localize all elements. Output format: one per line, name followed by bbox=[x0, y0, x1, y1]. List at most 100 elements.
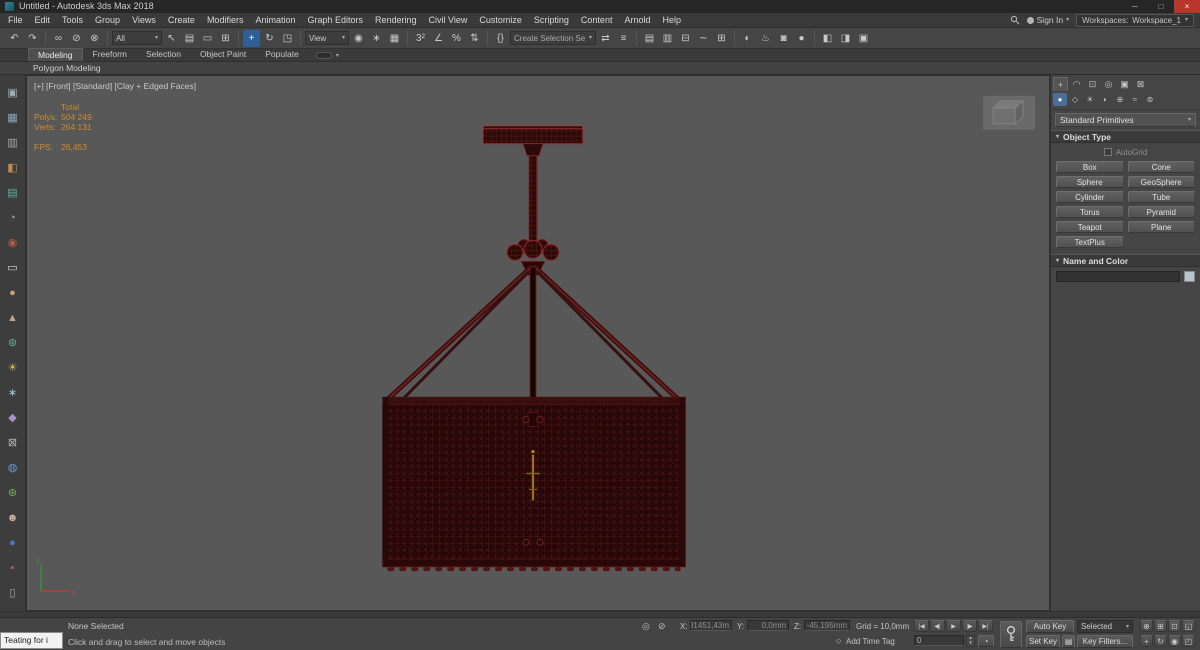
sun-icon[interactable]: ☀ bbox=[2, 355, 24, 380]
leaf-icon[interactable]: ⊛ bbox=[2, 480, 24, 505]
frame-spinner[interactable]: ▴ ▾ bbox=[966, 635, 975, 647]
cameras-category[interactable]: ◗ bbox=[1098, 93, 1112, 106]
previous-frame-icon[interactable]: ◀| bbox=[930, 620, 945, 632]
unlink-selection-icon[interactable]: ⊘ bbox=[68, 30, 85, 47]
ribbon-toggle-icon[interactable]: ⊟ bbox=[677, 30, 694, 47]
object-name-field[interactable] bbox=[1056, 271, 1180, 282]
primitive-button[interactable]: Torus bbox=[1056, 206, 1124, 218]
selection-filter-dropdown[interactable]: All ▾ bbox=[112, 31, 162, 45]
named-selection-icon[interactable]: {} bbox=[492, 30, 509, 47]
menu-item[interactable]: Civil View bbox=[423, 13, 474, 27]
spinner-snap-icon[interactable]: ⇅ bbox=[466, 30, 483, 47]
viewport-label[interactable]: [+] [Front] [Standard] [Clay + Edged Fac… bbox=[34, 81, 196, 91]
select-and-rotate-icon[interactable]: ↻ bbox=[261, 30, 278, 47]
workspaces-dropdown[interactable]: Workspaces: Workspace_1 ▾ bbox=[1076, 13, 1194, 27]
percent-snap-icon[interactable]: % bbox=[448, 30, 465, 47]
primitive-button[interactable]: Cone bbox=[1127, 161, 1195, 173]
z-coordinate-field[interactable]: -45,195mm bbox=[804, 620, 850, 631]
snowflake-icon[interactable]: ∗ bbox=[2, 380, 24, 405]
primitive-button[interactable]: Tube bbox=[1127, 191, 1195, 203]
display-tab[interactable]: ▣ bbox=[1117, 77, 1132, 91]
viewport-canvas[interactable]: x y bbox=[27, 76, 1049, 610]
app-logo-icon[interactable] bbox=[5, 2, 14, 11]
primitive-button[interactable]: Sphere bbox=[1056, 176, 1124, 188]
keyboard-override-icon[interactable]: ▦ bbox=[386, 30, 403, 47]
image-icon[interactable]: ▥ bbox=[2, 130, 24, 155]
zoom-region-icon[interactable]: ◱ bbox=[1182, 620, 1195, 632]
scene-explorer-icon[interactable]: ▣ bbox=[2, 80, 24, 105]
ribbon-tab[interactable]: Selection bbox=[137, 48, 190, 61]
viewcube[interactable] bbox=[983, 95, 1036, 130]
auto-key-button[interactable]: Auto Key bbox=[1026, 620, 1074, 633]
create-tab[interactable]: + bbox=[1053, 77, 1068, 91]
render-production-icon[interactable]: ● bbox=[793, 30, 810, 47]
key-filter-dropdown[interactable]: Selected ▾ bbox=[1077, 620, 1133, 633]
select-and-move-icon[interactable]: + bbox=[243, 29, 260, 47]
tools-icon[interactable]: ⊠ bbox=[2, 430, 24, 455]
schematic-view-icon[interactable]: ⊞ bbox=[713, 30, 730, 47]
menu-item[interactable]: Group bbox=[89, 13, 126, 27]
pan-icon[interactable]: + bbox=[1140, 635, 1153, 647]
reference-coordinate-dropdown[interactable]: View ▾ bbox=[305, 31, 349, 45]
undo-icon[interactable]: ↶ bbox=[6, 30, 23, 47]
menu-item[interactable]: Edit bbox=[29, 13, 57, 27]
rendered-frame-icon[interactable]: ◙ bbox=[775, 30, 792, 47]
lock-selection-icon[interactable]: ⊘ bbox=[658, 621, 666, 632]
menu-item[interactable]: Graph Editors bbox=[301, 13, 369, 27]
cone-tool-icon[interactable]: ▲ bbox=[2, 305, 24, 330]
keyboard-shortcut-icon[interactable]: ▤ bbox=[1062, 635, 1075, 648]
use-pivot-center-icon[interactable]: ◉ bbox=[350, 30, 367, 47]
zoom-all-icon[interactable]: ⊞ bbox=[1154, 620, 1167, 632]
primitives-dropdown[interactable]: Standard Primitives ▾ bbox=[1055, 113, 1196, 127]
primitive-button[interactable]: Teapot bbox=[1056, 221, 1124, 233]
y-coordinate-field[interactable]: 0,0mm bbox=[747, 620, 789, 631]
primitive-button[interactable]: GeoSphere bbox=[1127, 176, 1195, 188]
layer-explorer-icon[interactable]: ▥ bbox=[659, 30, 676, 47]
mirror-icon[interactable]: ⇄ bbox=[597, 30, 614, 47]
ribbon-tab[interactable]: Modeling bbox=[28, 48, 83, 61]
x-coordinate-field[interactable]: 91451,43m bbox=[690, 620, 732, 631]
modify-tab[interactable]: ◠ bbox=[1069, 77, 1084, 91]
render-setup-icon[interactable]: ♨ bbox=[757, 30, 774, 47]
chandelier-model[interactable] bbox=[382, 125, 686, 572]
bind-to-space-warp-icon[interactable]: ⊗ bbox=[86, 30, 103, 47]
curve-editor-icon[interactable]: ∼ bbox=[695, 30, 712, 47]
space-warps-category[interactable]: ≈ bbox=[1128, 93, 1142, 106]
menu-item[interactable]: Tools bbox=[56, 13, 89, 27]
scene-explorer-icon[interactable]: ▤ bbox=[641, 30, 658, 47]
systems-category[interactable]: ⊛ bbox=[1143, 93, 1157, 106]
selection-region-icon[interactable]: ▭ bbox=[199, 30, 216, 47]
workspace-icon[interactable]: ▣ bbox=[855, 30, 872, 47]
hierarchy-tab[interactable]: ⊡ bbox=[1085, 77, 1100, 91]
minimize-button[interactable]: ─ bbox=[1122, 0, 1148, 13]
sign-in-button[interactable]: Sign In ▾ bbox=[1026, 15, 1069, 25]
menu-item[interactable]: Content bbox=[575, 13, 619, 27]
chip-icon[interactable]: ▪ bbox=[2, 555, 24, 580]
snap-toggle-icon[interactable]: 3² bbox=[412, 30, 429, 47]
next-frame-icon[interactable]: |▶ bbox=[962, 620, 977, 632]
menu-item[interactable]: Modifiers bbox=[201, 13, 250, 27]
maxscript-mini-listener[interactable]: Teating for i bbox=[0, 632, 63, 649]
ribbon-tab[interactable]: Freeform bbox=[84, 48, 136, 61]
ribbon-tab[interactable]: Populate bbox=[256, 48, 308, 61]
maximize-button[interactable]: □ bbox=[1148, 0, 1174, 13]
maximize-viewport-icon[interactable]: ◰ bbox=[1182, 635, 1195, 647]
render-preview-icon[interactable]: ▦ bbox=[2, 105, 24, 130]
align-icon[interactable]: ≡ bbox=[615, 30, 632, 47]
select-and-manipulate-icon[interactable]: ∗ bbox=[368, 30, 385, 47]
current-frame-field[interactable]: 0 bbox=[914, 635, 964, 646]
polygon-modeling-panel[interactable]: Polygon Modeling bbox=[0, 63, 101, 73]
material-editor-icon[interactable]: ◐ bbox=[739, 30, 756, 47]
go-to-end-icon[interactable]: ▶| bbox=[978, 620, 993, 632]
shapes-category[interactable]: ◇ bbox=[1068, 93, 1082, 106]
menu-item[interactable]: Help bbox=[656, 13, 687, 27]
search-icon[interactable] bbox=[1010, 15, 1020, 25]
close-button[interactable]: × bbox=[1174, 0, 1200, 13]
panel-icon[interactable]: ▯ bbox=[2, 580, 24, 605]
name-and-color-rollout[interactable]: ▾ Name and Color bbox=[1051, 254, 1200, 267]
primitive-button[interactable]: TextPlus bbox=[1056, 236, 1124, 248]
menu-item[interactable]: Views bbox=[126, 13, 162, 27]
object-color-swatch[interactable] bbox=[1184, 271, 1195, 282]
isolate-selection-icon[interactable]: ◎ bbox=[642, 621, 650, 632]
globe-icon[interactable]: ◍ bbox=[2, 455, 24, 480]
